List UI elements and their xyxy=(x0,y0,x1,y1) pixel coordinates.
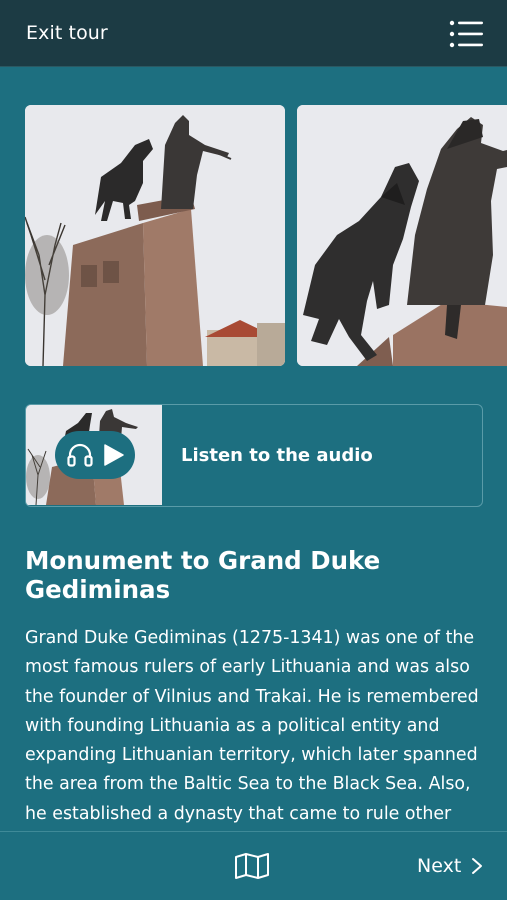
headphones-icon xyxy=(67,443,93,467)
next-button[interactable]: Next xyxy=(417,853,484,879)
tour-screen: Exit tour Listen to the audio Monument t… xyxy=(0,0,507,900)
map-icon[interactable] xyxy=(234,852,270,880)
photo-gallery[interactable] xyxy=(0,105,507,366)
audio-play-pill[interactable] xyxy=(55,431,135,479)
page-title: Monument to Grand Duke Gediminas xyxy=(25,546,381,604)
chevron-right-icon xyxy=(472,858,483,874)
next-label: Next xyxy=(417,855,462,877)
audio-thumbnail xyxy=(26,405,162,505)
exit-tour-button[interactable]: Exit tour xyxy=(26,22,108,44)
statue-photo-closeup xyxy=(297,105,507,366)
listen-audio-card[interactable]: Listen to the audio xyxy=(25,404,483,507)
gallery-photo-1[interactable] xyxy=(25,105,285,366)
play-icon xyxy=(104,444,124,466)
top-bar: Exit tour xyxy=(0,0,507,67)
list-menu-icon[interactable] xyxy=(448,18,484,50)
gallery-photo-2[interactable] xyxy=(297,105,507,366)
monument-description: Grand Duke Gediminas (1275-1341) was one… xyxy=(25,628,479,824)
audio-label: Listen to the audio xyxy=(181,445,373,466)
bottom-bar: Next xyxy=(0,831,507,900)
statue-photo-wide xyxy=(25,105,285,366)
